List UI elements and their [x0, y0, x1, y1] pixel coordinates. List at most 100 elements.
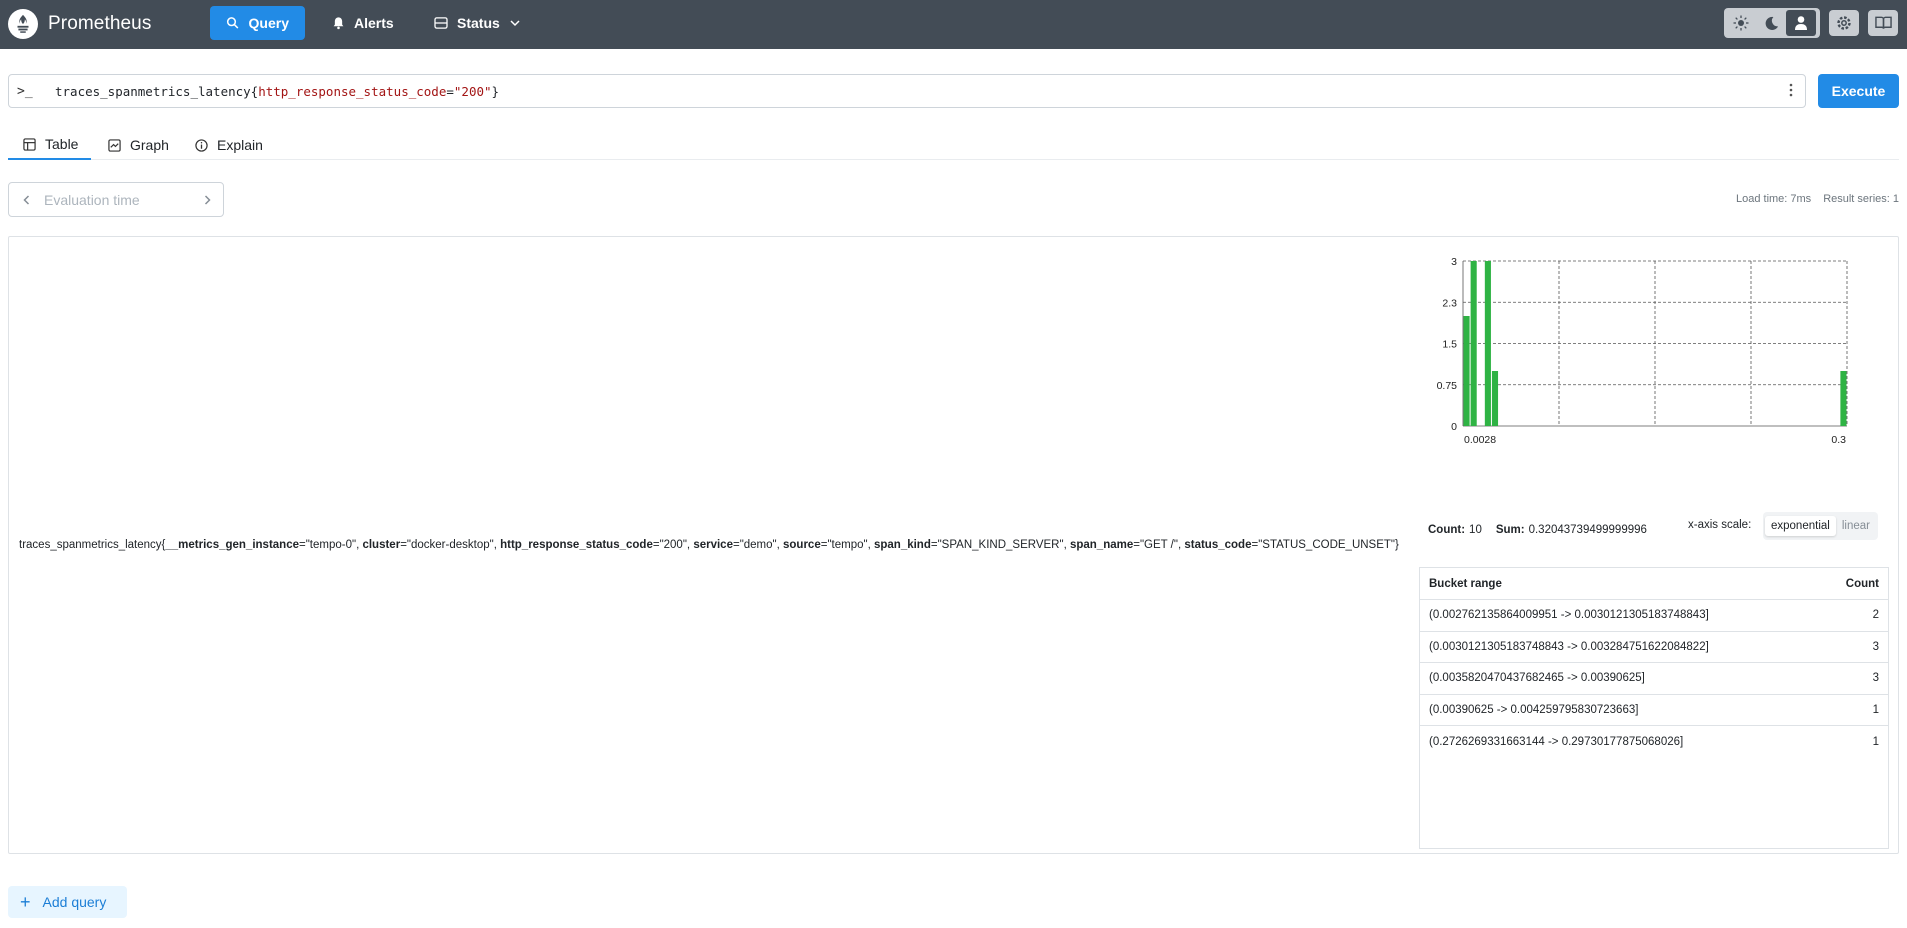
bucket-range: (0.002762135864009951 -> 0.0030121305183…	[1429, 609, 1709, 622]
series-close-brace: }	[1395, 539, 1399, 551]
bucket-count: 2	[1872, 609, 1879, 622]
chevron-right-icon[interactable]	[204, 192, 211, 208]
histogram-bar	[1470, 261, 1477, 426]
nav-alerts[interactable]: Alerts	[316, 6, 410, 40]
tab-explain-label: Explain	[217, 137, 263, 153]
documentation-book-icon[interactable]	[1868, 10, 1898, 36]
bucket-count-header: Count	[1845, 577, 1879, 590]
result-series-count: Result series: 1	[1823, 193, 1899, 205]
nav-status[interactable]: Status	[418, 6, 536, 40]
light-theme-icon[interactable]	[1726, 10, 1756, 36]
x-tick-label: 0.0028	[1464, 434, 1496, 446]
x-axis-scale-toggle[interactable]: exponential linear	[1763, 512, 1878, 540]
bucket-range: (0.2726269331663144 -> 0.297301778750680…	[1429, 735, 1684, 748]
series-label-pair: status_code="STATUS_CODE_UNSET"	[1184, 539, 1396, 551]
bucket-table: Bucket range Count (0.002762135864009951…	[1419, 567, 1889, 849]
count-value: 10	[1469, 524, 1482, 536]
app-title: Prometheus	[48, 13, 152, 34]
series-label: traces_spanmetrics_latency{__metrics_gen…	[19, 539, 1399, 551]
query-close-brace: }	[491, 83, 500, 99]
evaluation-time-picker[interactable]: Evaluation time	[8, 182, 224, 217]
x-tick-label: 0.3	[1831, 434, 1846, 446]
series-label-pair: span_name="GET /",	[1069, 539, 1185, 551]
nav-query-label: Query	[248, 15, 289, 31]
add-query-label: Add query	[42, 894, 107, 910]
tab-graph-label: Graph	[130, 137, 169, 153]
chevron-left-icon[interactable]	[23, 192, 30, 208]
sum-value: 0.32043739499999996	[1528, 524, 1647, 536]
histogram-bar	[1840, 371, 1847, 426]
result-tabs: Table Graph Explain	[8, 130, 1899, 160]
execute-button[interactable]: Execute	[1818, 74, 1899, 108]
histogram-bar	[1491, 371, 1499, 426]
add-query-button[interactable]: + Add query	[8, 886, 127, 918]
y-tick-label: 1.5	[1442, 339, 1457, 351]
graph-icon	[108, 138, 121, 152]
table-row: (0.002762135864009951 -> 0.0030121305183…	[1420, 600, 1888, 632]
series-metric-name: traces_spanmetrics_latency{	[19, 539, 166, 551]
y-tick-label: 0	[1451, 421, 1457, 433]
table-row: (0.2726269331663144 -> 0.297301778750680…	[1420, 726, 1888, 758]
bucket-count: 1	[1872, 703, 1879, 716]
bucket-range: (0.0030121305183748843 -> 0.003284751622…	[1429, 640, 1709, 653]
x-axis-scale-label: x-axis scale:	[1688, 519, 1752, 531]
table-row: (0.0030121305183748843 -> 0.003284751622…	[1420, 632, 1888, 663]
load-time: Load time: 7ms	[1735, 193, 1812, 205]
query-options-menu-icon[interactable]	[1789, 83, 1793, 99]
prometheus-logo-icon	[8, 9, 38, 39]
series-label-pair: source="tempo",	[783, 539, 874, 551]
info-icon	[195, 138, 208, 152]
series-label-pair: span_kind="SPAN_KIND_SERVER",	[873, 539, 1070, 551]
histogram-bar	[1463, 316, 1470, 426]
nav-alerts-label: Alerts	[354, 15, 394, 31]
top-navbar: Prometheus Query Alerts Status	[0, 0, 1907, 49]
bucket-count: 1	[1872, 735, 1879, 748]
theme-switcher[interactable]	[1724, 8, 1820, 38]
bucket-table-header: Bucket range Count	[1420, 568, 1888, 600]
query-label-value: "200"	[453, 83, 492, 99]
query-expression-text[interactable]: traces_spanmetrics_latency{http_response…	[55, 84, 499, 99]
server-icon	[434, 17, 448, 29]
bucket-range: (0.00390625 -> 0.004259795830723663]	[1429, 703, 1639, 716]
result-table: traces_spanmetrics_latency{__metrics_gen…	[8, 236, 1899, 854]
query-expression-input[interactable]: >_ traces_spanmetrics_latency{http_respo…	[8, 74, 1806, 108]
series-label-pair: cluster="docker-desktop",	[362, 539, 501, 551]
query-equals: =	[446, 83, 454, 99]
series-label-pair: service="demo",	[693, 539, 784, 551]
scale-linear-option[interactable]: linear	[1836, 516, 1876, 536]
search-icon	[226, 17, 239, 29]
bucket-count: 3	[1872, 672, 1879, 685]
histogram-chart: 0 0.75 1.5 2.3 3 0.0028 0.3	[1437, 257, 1848, 446]
app-logo[interactable]: Prometheus	[8, 8, 151, 40]
settings-gear-icon[interactable]	[1829, 10, 1859, 36]
auto-theme-icon[interactable]	[1786, 10, 1816, 36]
table-row: (0.0035820470437682465 -> 0.00390625] 3	[1420, 663, 1888, 695]
plus-icon: +	[20, 891, 31, 912]
scale-exponential-option[interactable]: exponential	[1765, 516, 1836, 536]
chevron-down-icon	[510, 20, 520, 27]
prompt-icon: >_	[17, 83, 33, 99]
evaluation-time-placeholder: Evaluation time	[44, 191, 140, 208]
series-label-pair: __metrics_gen_instance="tempo-0",	[165, 539, 363, 551]
series-label-pair: http_response_status_code="200",	[500, 539, 694, 551]
query-metric-name: traces_spanmetrics_latency	[55, 83, 251, 99]
tab-table-label: Table	[45, 136, 79, 152]
query-stats: Load time: 7ms Result series: 1	[1736, 193, 1899, 205]
bucket-count: 3	[1872, 640, 1879, 653]
count-label: Count:	[1428, 524, 1466, 536]
sum-label: Sum:	[1495, 524, 1525, 536]
dark-theme-icon[interactable]	[1756, 10, 1786, 36]
y-tick-label: 0.75	[1437, 380, 1458, 392]
tab-graph[interactable]: Graph	[108, 130, 169, 160]
bucket-range-header: Bucket range	[1429, 577, 1502, 590]
tab-explain[interactable]: Explain	[195, 130, 263, 160]
y-tick-label: 2.3	[1442, 297, 1457, 309]
bell-icon	[333, 17, 344, 30]
nav-status-label: Status	[457, 15, 500, 31]
bucket-range: (0.0035820470437682465 -> 0.00390625]	[1429, 672, 1645, 685]
query-label-name: http_response_status_code	[258, 83, 447, 99]
nav-query[interactable]: Query	[210, 6, 305, 40]
table-row: (0.00390625 -> 0.004259795830723663] 1	[1420, 695, 1888, 726]
tab-table[interactable]: Table	[8, 130, 91, 160]
y-tick-label: 3	[1451, 257, 1457, 268]
